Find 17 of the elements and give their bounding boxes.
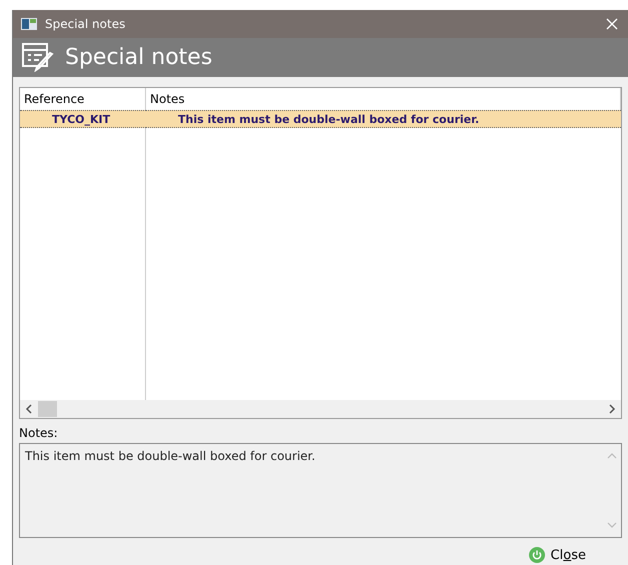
header-title: Special notes [65,44,212,70]
horizontal-scrollbar[interactable] [20,400,621,418]
table-cell[interactable]: This item must be double-wall boxed for courier. [146,110,621,128]
window-icon [21,18,37,30]
close-icon[interactable] [606,18,618,30]
table-cell[interactable]: TYCO_KIT [20,110,146,128]
notes-field[interactable]: This item must be double-wall boxed for courier. [19,443,622,538]
scroll-up-icon[interactable] [607,452,617,460]
notes-label: Notes: [19,426,59,440]
window-title: Special notes [45,16,126,31]
power-icon [528,547,545,563]
close-button[interactable]: Close [526,545,588,565]
scroll-right-icon[interactable] [607,404,617,414]
notes-icon [21,42,55,72]
scroll-down-icon[interactable] [607,521,617,529]
scroll-thumb[interactable] [38,401,57,417]
scroll-left-icon[interactable] [24,404,34,414]
